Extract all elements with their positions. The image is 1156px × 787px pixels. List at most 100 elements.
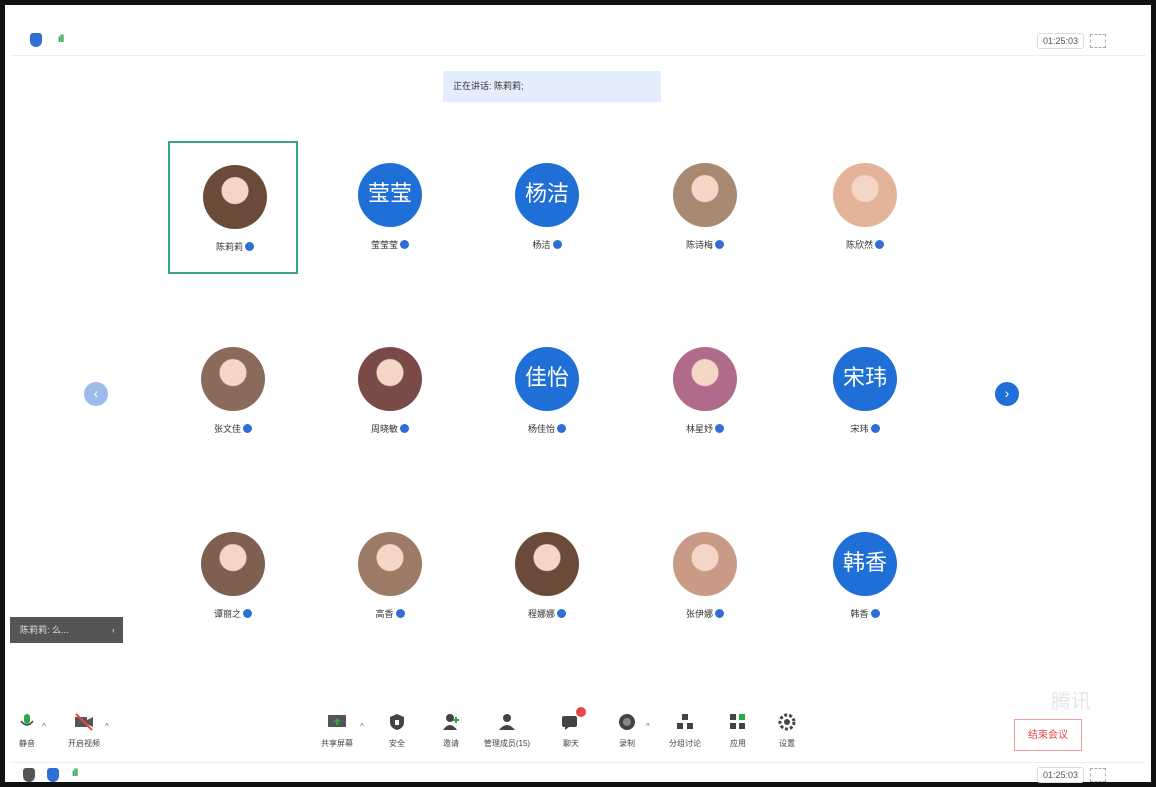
mic-status-icon	[243, 424, 252, 433]
share-screen-button[interactable]: 共享屏幕	[312, 710, 362, 751]
participant-tile[interactable]: 佳怡杨佳怡	[482, 325, 612, 458]
mic-status-icon	[557, 424, 566, 433]
unread-badge	[576, 707, 586, 717]
participant-tile[interactable]: 高香	[325, 510, 455, 643]
speaking-indicator: 正在讲话: 陈莉莉;	[443, 71, 661, 102]
participant-name-text: 杨洁	[532, 240, 551, 250]
participant-tile[interactable]: 陈诗梅	[640, 141, 770, 274]
participant-name-text: 谭丽之	[213, 609, 241, 619]
security-button[interactable]: 安全	[372, 710, 422, 751]
mic-status-icon	[395, 609, 405, 618]
mic-status-icon	[552, 240, 562, 249]
members-icon	[499, 714, 515, 730]
participant-name-text: 杨佳怡	[527, 424, 555, 434]
next-page-button[interactable]: ›	[995, 382, 1019, 406]
participant-name-text: 周晓敏	[370, 424, 398, 434]
record-icon	[619, 714, 635, 730]
share-options-chevron-icon[interactable]: ^	[360, 722, 364, 731]
avatar-initials: 佳怡	[515, 347, 579, 411]
mic-status-icon	[243, 609, 252, 618]
invite-button[interactable]: 邀请	[426, 710, 476, 751]
fullscreen-icon[interactable]	[1090, 34, 1106, 48]
participant-name: 谭丽之	[168, 607, 298, 620]
participant-name: 程娜娜	[482, 607, 612, 620]
participant-name: 韩香	[800, 607, 930, 620]
participant-tile[interactable]: 韩香 韩香	[800, 510, 930, 643]
settings-icon	[778, 713, 796, 731]
mic-status-icon	[715, 609, 724, 618]
participant-tile[interactable]: 陈欣然	[800, 141, 930, 274]
meeting-timer-bottom: 01:25:03	[1036, 767, 1084, 783]
participant-name: 张文佳	[168, 422, 298, 435]
avatar-initials: 韩香	[833, 532, 897, 596]
chat-popup-text: 陈莉莉: 么...	[20, 625, 69, 635]
top-status-bar: ıll 01:25:03	[10, 25, 1146, 56]
participant-name: 陈莉莉	[170, 240, 300, 253]
participant-name-text: 陈欣然	[845, 240, 873, 250]
start-video-button[interactable]: 开启视频	[59, 710, 109, 751]
avatar-initials: 莹莹	[358, 163, 422, 227]
participant-tile[interactable]: 张伊娜	[640, 510, 770, 643]
participant-name-text: 林星妤	[685, 424, 713, 434]
invite-icon	[443, 714, 459, 730]
record-button[interactable]: 录制	[602, 710, 652, 751]
participant-tile[interactable]: 程娜娜	[482, 510, 612, 643]
avatar-photo	[358, 532, 422, 596]
video-options-chevron-icon[interactable]: ^	[105, 722, 109, 731]
participant-name: 杨洁	[482, 238, 612, 251]
mic-status-icon	[870, 609, 880, 618]
avatar-photo	[833, 163, 897, 227]
avatar-photo	[201, 347, 265, 411]
record-options-chevron-icon[interactable]: ^	[646, 722, 650, 731]
participant-name: 莹莹莹	[325, 238, 455, 251]
manage-members-button[interactable]: 管理成员(15)	[482, 710, 532, 751]
chat-button[interactable]: 聊天	[546, 707, 596, 751]
participant-name-text: 莹莹莹	[370, 240, 398, 250]
settings-button[interactable]: 设置	[762, 710, 812, 751]
participant-tile[interactable]: 周晓敏	[325, 325, 455, 458]
participant-tile[interactable]: 谭丽之	[168, 510, 298, 643]
participant-name: 宋玮	[800, 422, 930, 435]
participant-name: 林星妤	[640, 422, 770, 435]
participant-name: 杨佳怡	[482, 422, 612, 435]
meeting-timer: 01:25:03	[1036, 33, 1084, 49]
participant-tile[interactable]: 张文佳	[168, 325, 298, 458]
meeting-window: ıll 01:25:03 正在讲话: 陈莉莉; 陈莉莉 莹莹 莹莹莹 杨洁 杨洁 陈诗梅陈…	[0, 0, 1156, 787]
mic-icon	[20, 714, 34, 726]
participant-tile[interactable]: 林星妤	[640, 325, 770, 458]
avatar-photo	[358, 347, 422, 411]
avatar-photo	[203, 165, 267, 229]
participant-tile[interactable]: 陈莉莉	[168, 141, 298, 274]
apps-icon	[730, 714, 745, 729]
chat-popup-close-icon[interactable]: ‹	[112, 617, 115, 643]
participant-name-text: 陈莉莉	[215, 242, 243, 252]
participant-tile[interactable]: 宋玮 宋玮	[800, 325, 930, 458]
security-shield-icon[interactable]	[30, 33, 42, 47]
avatar-photo	[201, 532, 265, 596]
participant-name-text: 韩香	[850, 609, 869, 619]
meeting-toolbar: 静音 ^ 开启视频 ^ 共享屏幕 ^ 安全 邀请 管理成员(15) 聊天 录制 …	[10, 707, 1146, 758]
signal-strength-icon[interactable]: ıll	[72, 768, 78, 779]
participant-tile[interactable]: 杨洁 杨洁	[482, 141, 612, 274]
signal-strength-icon[interactable]: ıll	[58, 34, 64, 45]
security-shield-icon[interactable]	[47, 768, 59, 782]
chat-popup[interactable]: 陈莉莉: 么... ‹	[10, 617, 123, 643]
network-status-icon[interactable]	[23, 768, 35, 782]
breakout-icon	[677, 714, 693, 729]
apps-button[interactable]: 应用	[713, 710, 763, 751]
mic-status-icon	[715, 240, 724, 249]
mute-options-chevron-icon[interactable]: ^	[42, 722, 46, 731]
avatar-photo	[673, 532, 737, 596]
participant-name-text: 程娜娜	[527, 609, 555, 619]
avatar-photo	[673, 163, 737, 227]
participant-name: 周晓敏	[325, 422, 455, 435]
breakout-rooms-button[interactable]: 分组讨论	[660, 710, 710, 751]
mic-status-icon	[870, 424, 880, 433]
prev-page-button[interactable]: ‹	[84, 382, 108, 406]
fullscreen-icon[interactable]	[1090, 768, 1106, 782]
participant-name: 陈诗梅	[640, 238, 770, 251]
participant-name-text: 张文佳	[213, 424, 241, 434]
end-meeting-button[interactable]: 结束会议	[1014, 719, 1082, 751]
participant-name-text: 张伊娜	[685, 609, 713, 619]
participant-tile[interactable]: 莹莹 莹莹莹	[325, 141, 455, 274]
